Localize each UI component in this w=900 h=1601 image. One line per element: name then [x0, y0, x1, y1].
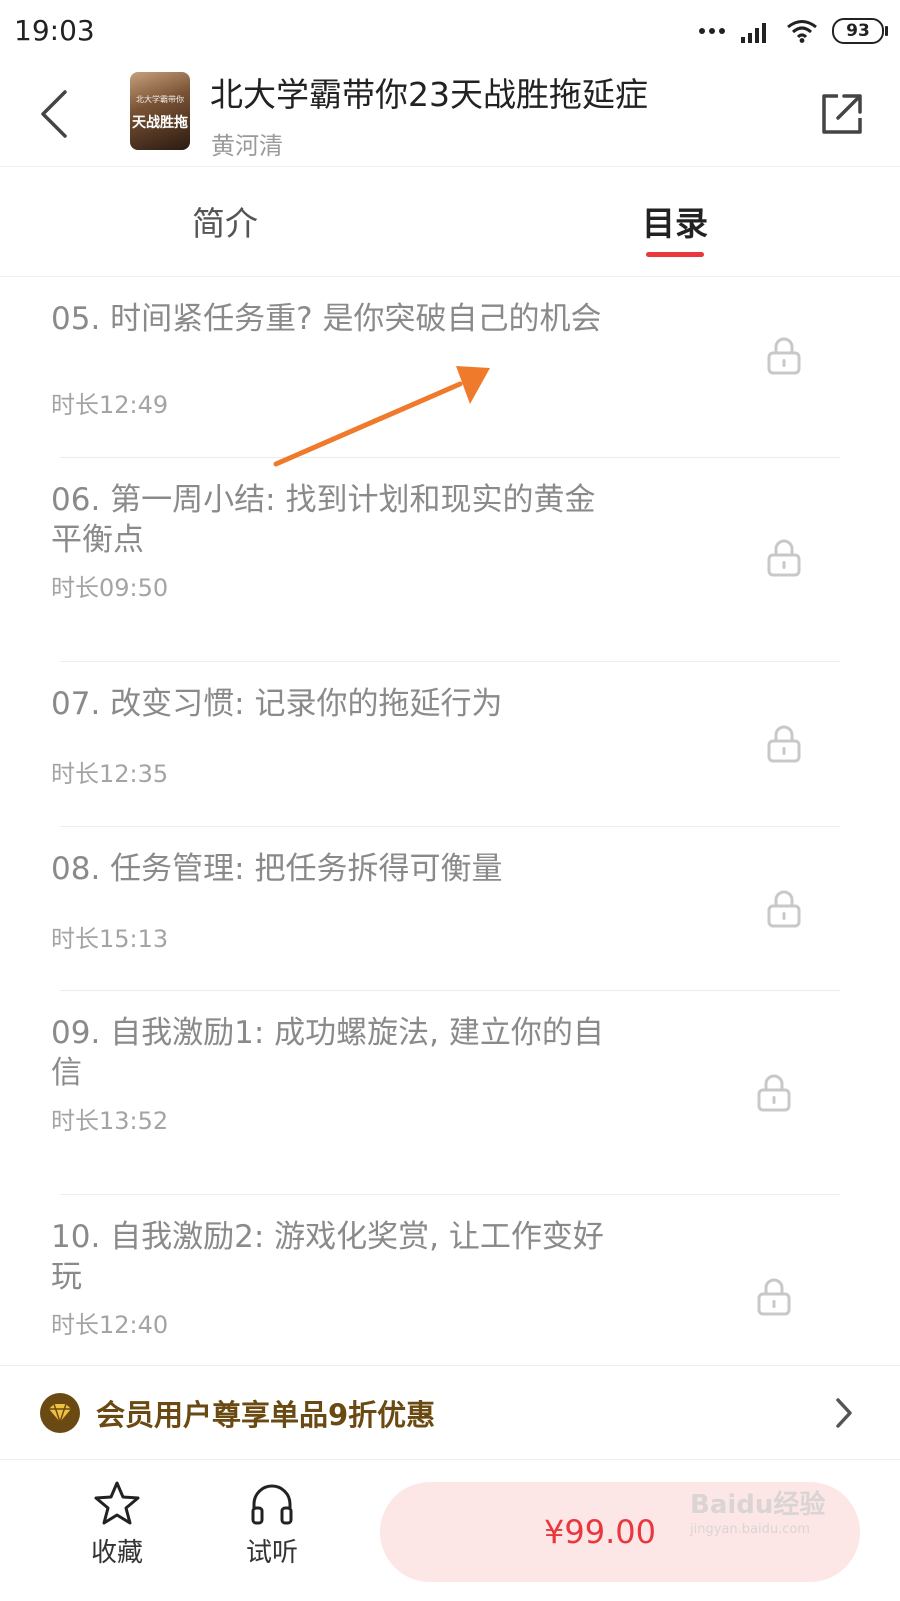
watermark-sub: jingyan.baidu.com [690, 1522, 810, 1537]
book-author[interactable]: 黄河清 [211, 126, 283, 161]
headphones-icon [251, 1484, 293, 1525]
episode-title: 05. 时间紧任务重? 是你突破自己的机会 [51, 301, 602, 337]
tab-intro[interactable]: 简介 [145, 166, 305, 276]
episode-duration: 时长09:50 [51, 574, 169, 602]
lock-icon [757, 1278, 791, 1316]
member-discount-text: 会员用户尊享单品9折优惠 [96, 1398, 436, 1432]
episode-title: 06. 第一周小结: 找到计划和现实的黄金平衡点 [51, 482, 596, 558]
status-bar: 19:03 93 [0, 0, 900, 62]
episode-duration: 时长15:13 [51, 925, 169, 953]
star-icon [94, 1481, 140, 1525]
status-icons: 93 [698, 16, 888, 46]
back-button[interactable] [30, 84, 78, 144]
list-item[interactable]: 10. 自我激励2: 游戏化奖赏, 让工作变好玩 时长12:40 [0, 1195, 900, 1365]
share-icon [822, 94, 862, 134]
vip-diamond-icon [40, 1393, 80, 1433]
lock-icon [767, 890, 801, 928]
status-time: 19:03 [14, 14, 95, 47]
trial-listen-label: 试听 [245, 1538, 298, 1568]
favorite-label: 收藏 [90, 1538, 143, 1568]
favorite-button[interactable]: 收藏 [67, 1480, 167, 1580]
book-cover[interactable]: 北大学霸带你 天战胜拖 [130, 72, 190, 150]
tab-catalog[interactable]: 目录 [595, 166, 755, 276]
tab-bar: 简介 目录 [0, 166, 900, 277]
member-discount-banner[interactable]: 会员用户尊享单品9折优惠 [0, 1365, 900, 1460]
battery-indicator: 93 [832, 18, 888, 44]
annotation-arrow-icon [273, 366, 490, 467]
list-item[interactable]: 06. 第一周小结: 找到计划和现实的黄金平衡点 时长09:50 [0, 458, 900, 661]
episode-title: 09. 自我激励1: 成功螺旋法, 建立你的自信 [51, 1015, 604, 1091]
lock-icon [767, 539, 801, 577]
episode-title: 07. 改变习惯: 记录你的拖延行为 [51, 686, 503, 722]
list-item[interactable]: 09. 自我激励1: 成功螺旋法, 建立你的自信 时长13:52 [0, 991, 900, 1194]
header: 北大学霸带你 天战胜拖 北大学霸带你23天战胜拖延症 黄河清 [0, 62, 900, 167]
lock-icon [757, 1074, 791, 1112]
share-button[interactable] [814, 86, 870, 142]
episode-duration: 时长12:49 [51, 391, 169, 419]
episode-duration: 时长13:52 [51, 1107, 169, 1135]
episode-duration: 时长12:35 [51, 760, 169, 788]
watermark-text: Baidu经验 [690, 1490, 826, 1520]
price-label: ¥99.00 [544, 1513, 656, 1551]
baidu-watermark: Baidu经验 jingyan.baidu.com [690, 1480, 860, 1540]
trial-listen-button[interactable]: 试听 [222, 1480, 322, 1580]
episode-title: 10. 自我激励2: 游戏化奖赏, 让工作变好玩 [51, 1219, 604, 1295]
wifi-icon [787, 20, 817, 43]
bottom-action-bar: 收藏 试听 ¥99.00 Baidu经验 jingyan.baidu.com [0, 1459, 900, 1601]
battery-level: 93 [846, 21, 870, 41]
lock-icon [767, 337, 801, 375]
book-title: 北大学霸带你23天战胜拖延症 [210, 75, 648, 114]
episode-title: 08. 任务管理: 把任务拆得可衡量 [51, 851, 503, 887]
list-item[interactable]: 07. 改变习惯: 记录你的拖延行为 时长12:35 [0, 662, 900, 826]
signal-icon [741, 23, 766, 43]
chevron-right-icon [836, 1398, 852, 1428]
cover-text-main: 天战胜拖 [132, 115, 188, 131]
list-item[interactable]: 08. 任务管理: 把任务拆得可衡量 时长15:13 [0, 827, 900, 990]
more-dots-icon [699, 28, 725, 34]
lock-icon [767, 725, 801, 763]
chevron-left-icon [41, 90, 67, 138]
episode-duration: 时长12:40 [51, 1311, 169, 1339]
active-tab-indicator [646, 252, 704, 257]
cover-text-top: 北大学霸带你 [136, 95, 184, 104]
